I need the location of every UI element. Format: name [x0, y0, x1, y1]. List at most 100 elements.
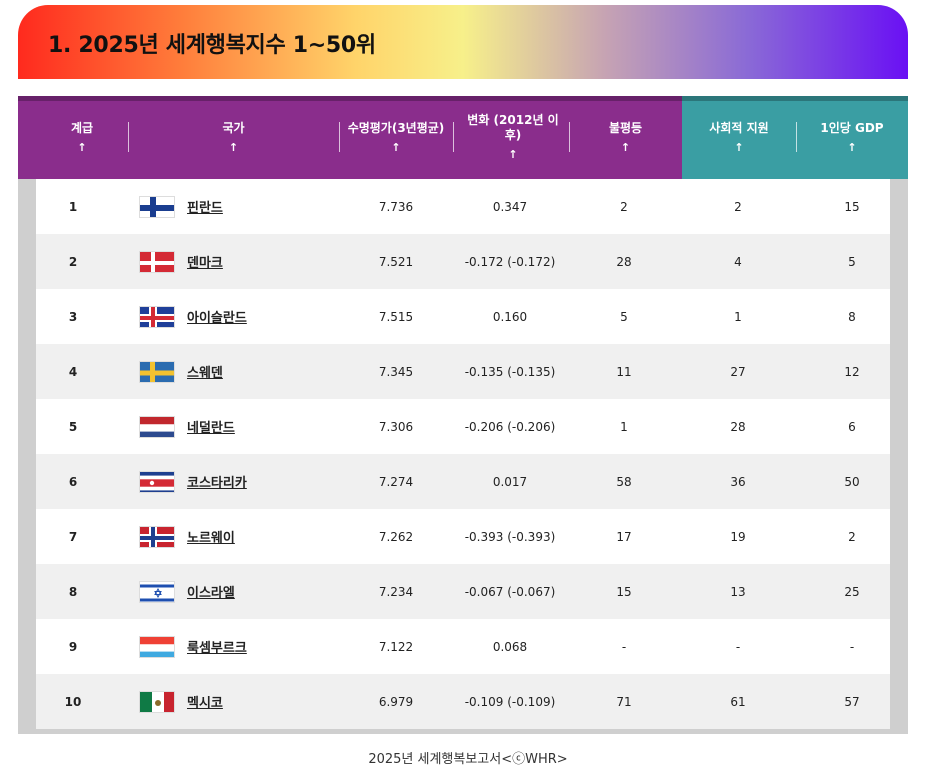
header-gdp[interactable]: 1인당 GDP ↑	[796, 96, 908, 179]
life-cell: 7.306	[378, 419, 414, 434]
life-cell: 7.274	[378, 474, 414, 489]
header-social-support[interactable]: 사회적 지원 ↑	[682, 96, 796, 179]
rank-cell: 2	[68, 254, 78, 269]
country-link[interactable]: 룩셈부르크	[187, 637, 247, 656]
social-cell: 2	[734, 199, 742, 214]
life-cell: 7.122	[378, 639, 414, 654]
change-cell: -0.135 (-0.135)	[464, 364, 556, 379]
source-caption: 2025년 세계행복보고서<ⓒWHR>	[368, 752, 568, 767]
change-cell: -0.172 (-0.172)	[464, 254, 556, 269]
change-cell: -0.067 (-0.067)	[464, 584, 556, 599]
social-cell: 28	[730, 419, 746, 434]
country-link[interactable]: 네덜란드	[187, 417, 235, 436]
gdp-cell: 50	[844, 474, 860, 489]
change-cell: 0.068	[492, 639, 528, 654]
inequality-cell: 1	[620, 419, 628, 434]
netherlands-flag-icon	[139, 415, 175, 438]
country-link[interactable]: 덴마크	[187, 252, 223, 271]
rank-cell: 9	[68, 639, 78, 654]
gdp-cell: 12	[844, 364, 860, 379]
mexico-flag-icon	[139, 690, 175, 713]
inequality-cell: 28	[616, 254, 632, 269]
country-cell: 아이슬란드	[139, 289, 339, 344]
country-link[interactable]: 노르웨이	[187, 527, 235, 546]
life-cell: 6.979	[378, 694, 414, 709]
rank-cell: 6	[68, 474, 78, 489]
gdp-cell: -	[849, 639, 855, 654]
header-country[interactable]: 국가 ↑	[128, 96, 339, 179]
page-title: 1. 2025년 세계행복지수 1~50위	[48, 33, 376, 58]
sort-arrow-icon[interactable]: ↑	[229, 140, 238, 155]
inequality-cell: 15	[616, 584, 632, 599]
table-row: 3 아이슬란드 7.515 0.160 5 1 8	[36, 289, 890, 344]
social-cell: 36	[730, 474, 746, 489]
happiness-table: 계급 ↑ 국가 ↑ 수명평가(3년평균) ↑ 변화 (2012년 이후) ↑ 불…	[18, 96, 908, 734]
sort-arrow-icon[interactable]: ↑	[847, 140, 856, 155]
table-row: 10 멕시코 6.979 -0.109 (-0.109) 71 61 57	[36, 674, 890, 729]
life-cell: 7.262	[378, 529, 414, 544]
country-cell: 덴마크	[139, 234, 339, 289]
country-link[interactable]: 멕시코	[187, 692, 223, 711]
title-banner: 1. 2025년 세계행복지수 1~50위	[18, 5, 908, 79]
table-body: 1 핀란드 7.736 0.347 2 2 15 2 덴마크 7.521 -0.…	[36, 179, 890, 729]
rank-cell: 7	[68, 529, 78, 544]
country-link[interactable]: 아이슬란드	[187, 307, 247, 326]
country-cell: 노르웨이	[139, 509, 339, 564]
life-cell: 7.234	[378, 584, 414, 599]
sort-arrow-icon[interactable]: ↑	[508, 147, 517, 162]
change-cell: -0.109 (-0.109)	[464, 694, 556, 709]
israel-flag-icon	[139, 580, 175, 603]
sort-arrow-icon[interactable]: ↑	[621, 140, 630, 155]
luxembourg-flag-icon	[139, 635, 175, 658]
country-link[interactable]: 핀란드	[187, 197, 223, 216]
sort-arrow-icon[interactable]: ↑	[734, 140, 743, 155]
social-cell: 4	[734, 254, 742, 269]
gdp-cell: 57	[844, 694, 860, 709]
table-header: 계급 ↑ 국가 ↑ 수명평가(3년평균) ↑ 변화 (2012년 이후) ↑ 불…	[18, 96, 908, 179]
header-life-evaluation[interactable]: 수명평가(3년평균) ↑	[339, 96, 453, 179]
denmark-flag-icon	[139, 250, 175, 273]
country-link[interactable]: 코스타리카	[187, 472, 247, 491]
costa-rica-flag-icon	[139, 470, 175, 493]
country-link[interactable]: 이스라엘	[187, 582, 235, 601]
inequality-cell: 71	[616, 694, 632, 709]
header-rank[interactable]: 계급 ↑	[36, 96, 128, 179]
sweden-flag-icon	[139, 360, 175, 383]
table-row: 5 네덜란드 7.306 -0.206 (-0.206) 1 28 6	[36, 399, 890, 454]
gdp-cell: 6	[848, 419, 856, 434]
table-row: 1 핀란드 7.736 0.347 2 2 15	[36, 179, 890, 234]
rank-cell: 1	[68, 199, 78, 214]
life-cell: 7.736	[378, 199, 414, 214]
sort-arrow-icon[interactable]: ↑	[77, 140, 86, 155]
header-inequality[interactable]: 불평등 ↑	[569, 96, 682, 179]
social-cell: -	[735, 639, 741, 654]
country-link[interactable]: 스웨덴	[187, 362, 223, 381]
life-cell: 7.521	[378, 254, 414, 269]
gdp-cell: 5	[848, 254, 856, 269]
header-change[interactable]: 변화 (2012년 이후) ↑	[458, 96, 568, 179]
country-cell: 스웨덴	[139, 344, 339, 399]
change-cell: -0.393 (-0.393)	[464, 529, 556, 544]
norway-flag-icon	[139, 525, 175, 548]
social-cell: 27	[730, 364, 746, 379]
inequality-cell: 11	[616, 364, 632, 379]
rank-cell: 4	[68, 364, 78, 379]
inequality-cell: -	[621, 639, 627, 654]
life-cell: 7.515	[378, 309, 414, 324]
change-cell: 0.160	[492, 309, 528, 324]
country-cell: 네덜란드	[139, 399, 339, 454]
country-cell: 핀란드	[139, 179, 339, 234]
gdp-cell: 8	[848, 309, 856, 324]
rank-cell: 3	[68, 309, 78, 324]
change-cell: 0.017	[492, 474, 528, 489]
table-row: 9 룩셈부르크 7.122 0.068 - - -	[36, 619, 890, 674]
social-cell: 19	[730, 529, 746, 544]
country-cell: 멕시코	[139, 674, 339, 729]
social-cell: 61	[730, 694, 746, 709]
gdp-cell: 25	[844, 584, 860, 599]
life-cell: 7.345	[378, 364, 414, 379]
inequality-cell: 2	[620, 199, 628, 214]
iceland-flag-icon	[139, 305, 175, 328]
sort-arrow-icon[interactable]: ↑	[391, 140, 400, 155]
country-cell: 이스라엘	[139, 564, 339, 619]
